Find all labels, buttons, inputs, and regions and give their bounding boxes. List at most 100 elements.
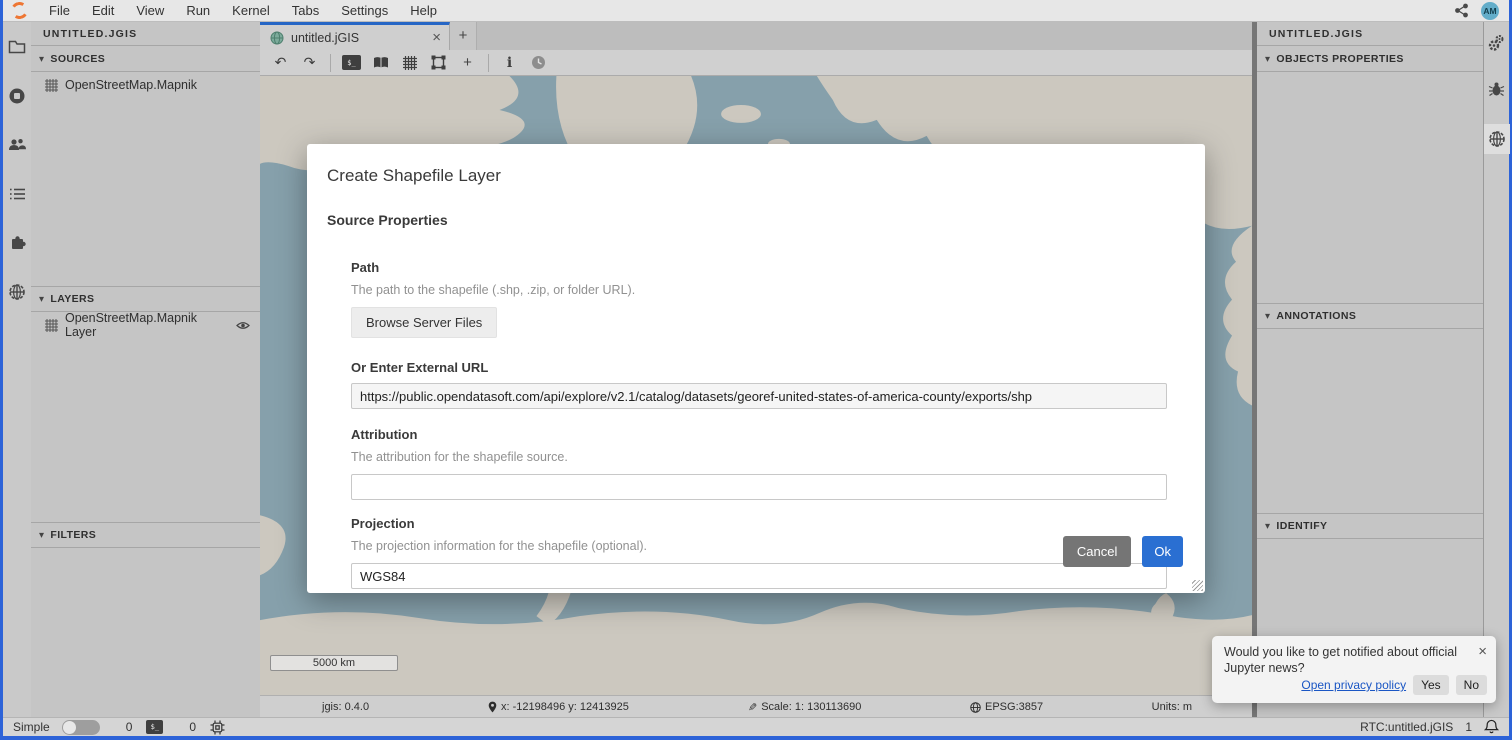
menu-run[interactable]: Run bbox=[175, 0, 221, 22]
source-item-label: OpenStreetMap.Mapnik bbox=[65, 78, 197, 92]
filters-section-header[interactable]: FILTERS bbox=[31, 522, 260, 548]
annotations-label: ANNOTATIONS bbox=[1276, 310, 1356, 322]
sources-section-header[interactable]: SOURCES bbox=[31, 46, 260, 72]
new-tab-button[interactable] bbox=[450, 22, 477, 50]
plus-icon bbox=[459, 27, 468, 45]
raster-grid-icon bbox=[45, 79, 58, 92]
toggle-knob bbox=[63, 721, 76, 734]
vector-layer-button[interactable] bbox=[426, 52, 451, 74]
notifications-count[interactable]: 1 bbox=[1465, 720, 1472, 734]
simple-mode-toggle[interactable] bbox=[62, 720, 100, 735]
menu-kernel[interactable]: Kernel bbox=[221, 0, 281, 22]
privacy-policy-link[interactable]: Open privacy policy bbox=[1301, 678, 1406, 692]
layer-item-osm[interactable]: OpenStreetMap.Mapnik Layer bbox=[31, 312, 260, 338]
jgis-version: jgis: 0.4.0 bbox=[322, 696, 369, 718]
pencil-icon bbox=[748, 701, 757, 714]
map-units: Units: m bbox=[1152, 696, 1192, 718]
console-button[interactable] bbox=[339, 52, 364, 74]
gis-identify-panel-icon[interactable] bbox=[1484, 124, 1510, 154]
tab-close-icon[interactable] bbox=[432, 29, 441, 46]
redo-button[interactable] bbox=[297, 52, 322, 74]
chevron-down-icon bbox=[1265, 310, 1270, 322]
basemap-button[interactable] bbox=[368, 52, 393, 74]
projection-input[interactable] bbox=[351, 563, 1167, 589]
globe-icon bbox=[970, 702, 981, 713]
info-icon bbox=[507, 54, 512, 72]
chevron-down-icon bbox=[39, 53, 44, 65]
menu-help[interactable]: Help bbox=[399, 0, 448, 22]
yes-button[interactable]: Yes bbox=[1413, 675, 1449, 695]
ok-button[interactable]: Ok bbox=[1142, 536, 1183, 567]
attribution-description: The attribution for the shapefile source… bbox=[351, 450, 1183, 464]
external-url-input[interactable] bbox=[351, 383, 1167, 409]
left-sidebar: UNTITLED.JGIS SOURCES OpenStreetMap.Mapn… bbox=[31, 22, 260, 717]
path-description: The path to the shapefile (.shp, .zip, o… bbox=[351, 283, 1183, 297]
gis-panel-icon[interactable] bbox=[5, 281, 29, 303]
no-button[interactable]: No bbox=[1456, 675, 1487, 695]
temporal-controller-button[interactable] bbox=[526, 52, 551, 74]
extensions-icon[interactable] bbox=[5, 232, 29, 254]
share-icon[interactable] bbox=[1454, 3, 1469, 18]
browse-server-files-button[interactable]: Browse Server Files bbox=[351, 307, 497, 338]
running-kernels-icon[interactable] bbox=[5, 85, 29, 107]
layers-section-header[interactable]: LAYERS bbox=[31, 286, 260, 312]
annotations-header[interactable]: ANNOTATIONS bbox=[1257, 303, 1483, 329]
jupyter-news-notification: Would you like to get notified about off… bbox=[1212, 636, 1496, 703]
grid-icon bbox=[403, 56, 417, 70]
rtc-status[interactable]: RTC:untitled.jGIS bbox=[1360, 720, 1453, 734]
menu-tabs[interactable]: Tabs bbox=[281, 0, 330, 22]
objects-properties-header[interactable]: OBJECTS PROPERTIES bbox=[1257, 46, 1483, 72]
simple-mode-label: Simple bbox=[13, 720, 50, 734]
toolbar-separator bbox=[330, 54, 331, 72]
chevron-down-icon bbox=[39, 293, 44, 305]
menu-file[interactable]: File bbox=[38, 0, 81, 22]
jupyter-logo-icon bbox=[9, 0, 29, 20]
cancel-button[interactable]: Cancel bbox=[1063, 536, 1131, 567]
identify-label: IDENTIFY bbox=[1276, 520, 1327, 532]
menu-view[interactable]: View bbox=[125, 0, 175, 22]
menu-settings[interactable]: Settings bbox=[330, 0, 399, 22]
attribution-input[interactable] bbox=[351, 474, 1167, 500]
tab-untitled-jgis[interactable]: untitled.jGIS bbox=[260, 22, 450, 50]
chevron-down-icon bbox=[1265, 53, 1270, 65]
path-label: Path bbox=[351, 260, 1183, 275]
left-panel-title: UNTITLED.JGIS bbox=[31, 22, 260, 46]
bell-icon[interactable] bbox=[1484, 719, 1499, 735]
undo-button[interactable] bbox=[268, 52, 293, 74]
projection-epsg[interactable]: EPSG:3857 bbox=[970, 696, 1043, 718]
right-activity-bar bbox=[1483, 22, 1509, 717]
dialog-resize-handle[interactable] bbox=[1192, 580, 1203, 591]
toolbar-separator bbox=[488, 54, 489, 72]
layers-label: LAYERS bbox=[50, 293, 94, 305]
add-layer-button[interactable] bbox=[455, 52, 480, 74]
terminal-icon[interactable] bbox=[146, 720, 163, 734]
raster-layer-button[interactable] bbox=[397, 52, 422, 74]
terminals-count: 0 bbox=[126, 720, 133, 734]
file-browser-icon[interactable] bbox=[5, 36, 29, 58]
create-shapefile-layer-dialog: Create Shapefile Layer Source Properties… bbox=[307, 144, 1205, 593]
globe-file-icon bbox=[270, 31, 284, 45]
statusbar: Simple 0 0 RTC:untitled.jGIS 1 bbox=[3, 717, 1509, 736]
left-activity-bar bbox=[3, 22, 31, 717]
objects-properties-label: OBJECTS PROPERTIES bbox=[1276, 53, 1403, 65]
raster-grid-icon bbox=[45, 319, 58, 332]
debugger-icon[interactable] bbox=[1485, 78, 1509, 100]
notification-close-icon[interactable] bbox=[1478, 643, 1487, 660]
collaboration-icon[interactable] bbox=[5, 134, 29, 156]
property-inspector-icon[interactable] bbox=[1485, 32, 1509, 54]
identify-header[interactable]: IDENTIFY bbox=[1257, 513, 1483, 539]
filters-label: FILTERS bbox=[50, 529, 96, 541]
projection-label: Projection bbox=[351, 516, 1183, 531]
layer-visibility-eye-icon[interactable] bbox=[236, 320, 250, 331]
table-of-contents-icon[interactable] bbox=[5, 183, 29, 205]
pin-icon bbox=[488, 701, 497, 713]
identify-button[interactable] bbox=[497, 52, 522, 74]
menu-edit[interactable]: Edit bbox=[81, 0, 125, 22]
tab-bar: untitled.jGIS bbox=[260, 22, 1252, 50]
kernel-chip-icon[interactable] bbox=[210, 720, 225, 735]
external-url-label: Or Enter External URL bbox=[351, 360, 1183, 375]
projection-description: The projection information for the shape… bbox=[351, 539, 1183, 553]
source-item-osm[interactable]: OpenStreetMap.Mapnik bbox=[31, 72, 260, 98]
user-avatar[interactable]: AM bbox=[1481, 2, 1499, 20]
menubar: File Edit View Run Kernel Tabs Settings … bbox=[3, 0, 1509, 22]
